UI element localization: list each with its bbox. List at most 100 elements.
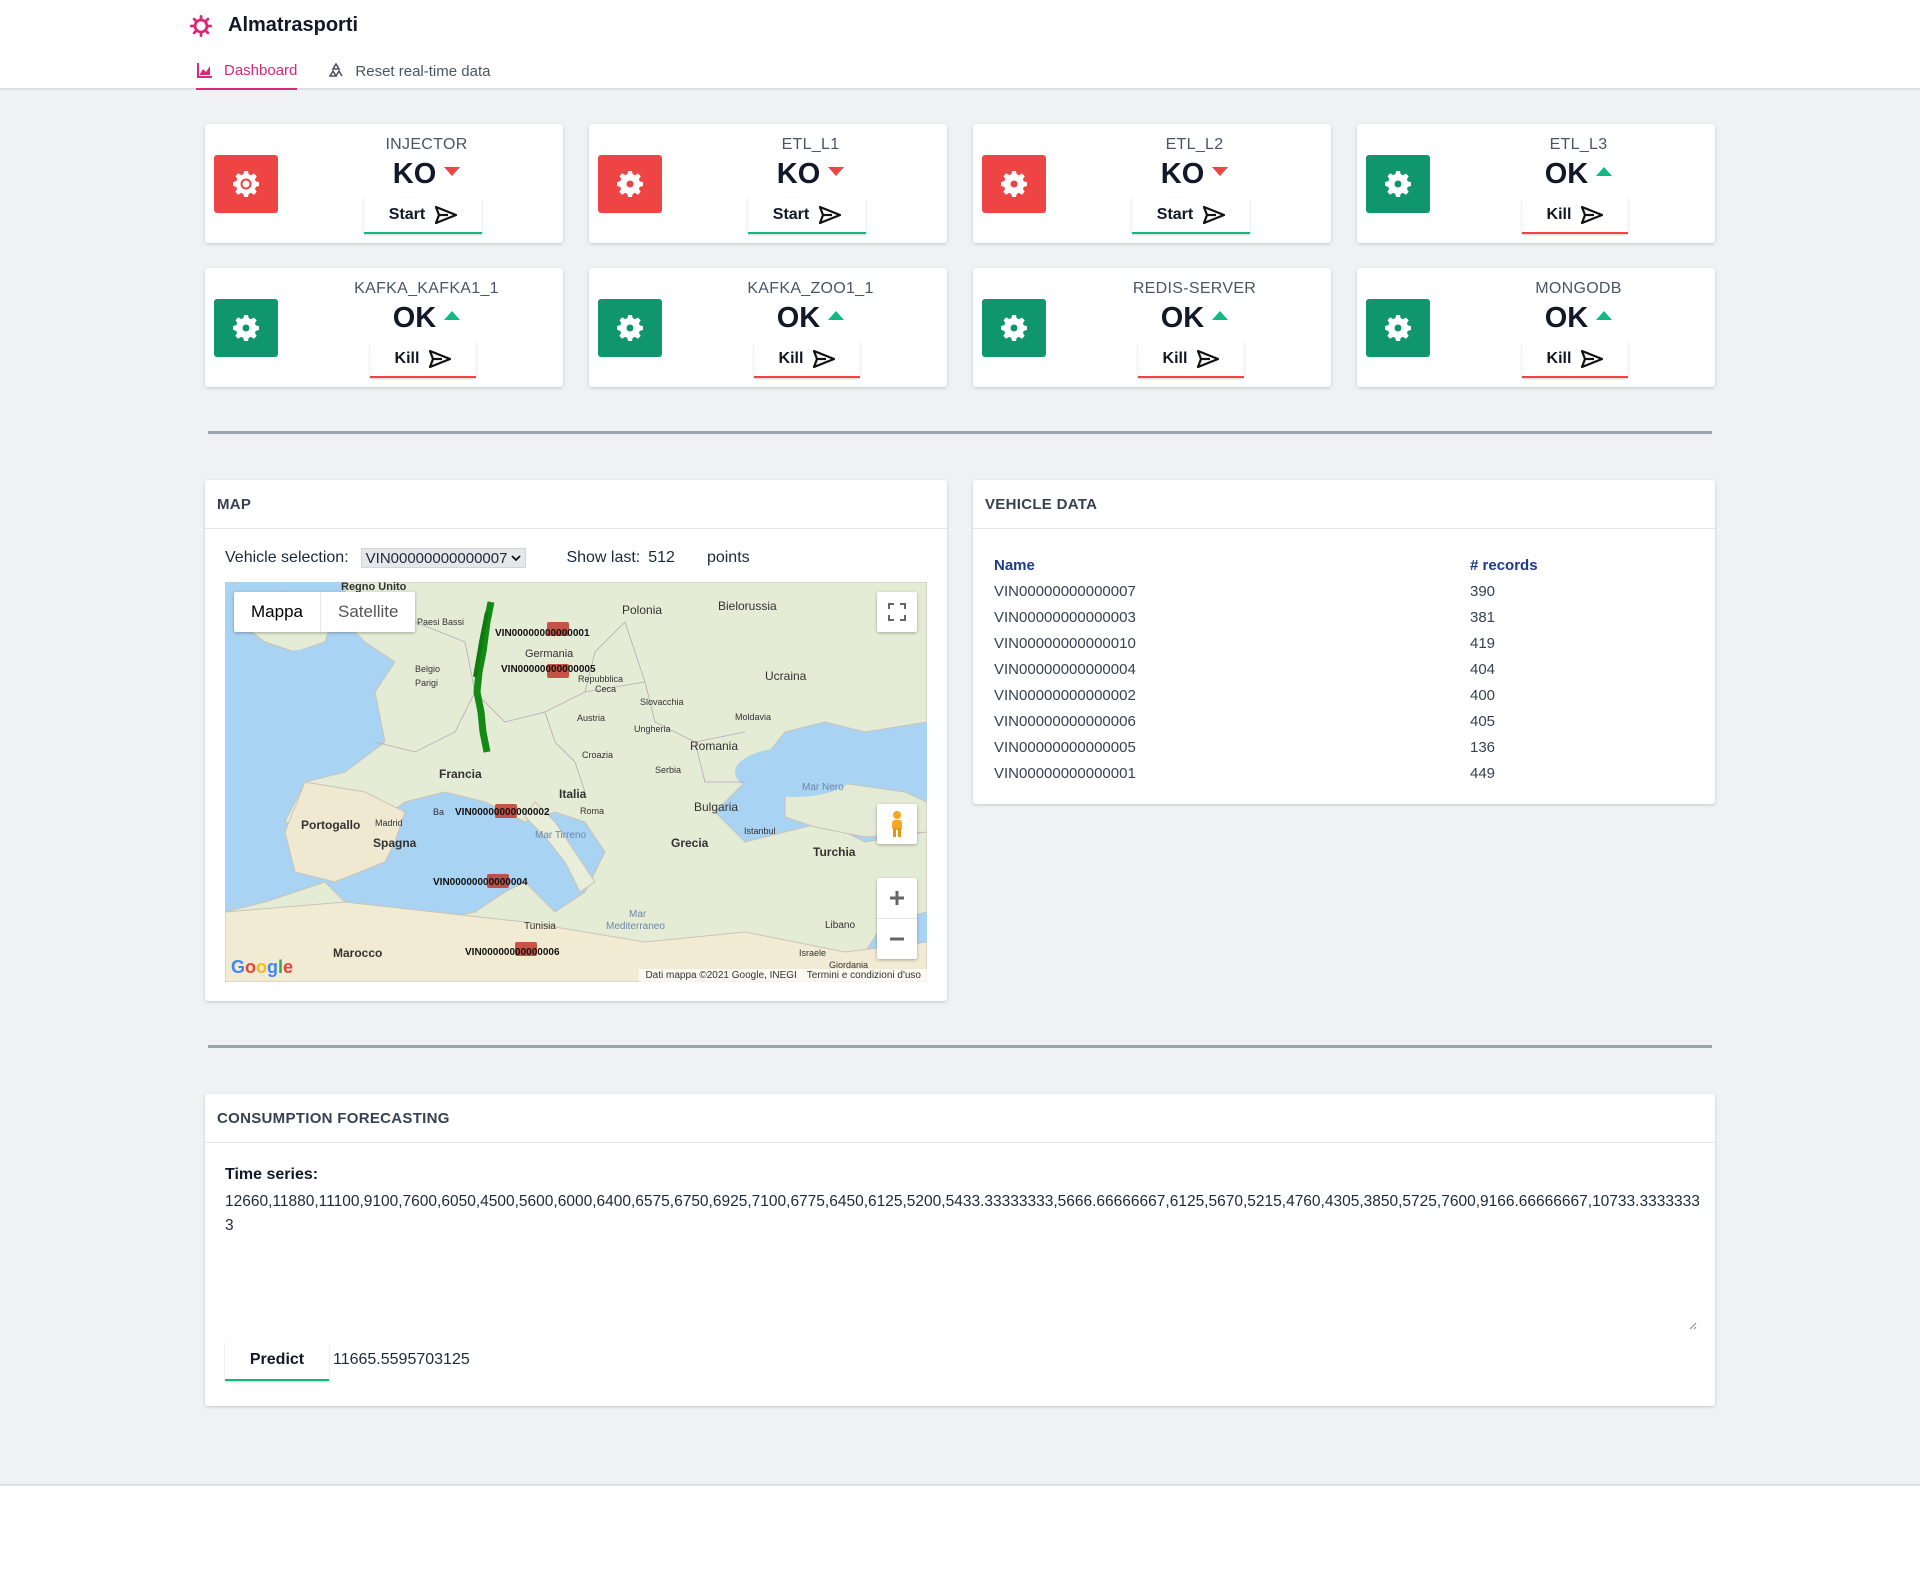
service-status-text: OK — [392, 302, 437, 334]
place-serbia: Serbia — [655, 765, 681, 775]
gear-icon — [617, 315, 643, 341]
zoom-in-button[interactable] — [877, 879, 917, 919]
service-status-tile — [982, 299, 1046, 357]
vehicle-name: VIN00000000000001 — [994, 764, 1136, 782]
service-status: OK — [674, 302, 947, 335]
map-type-map-button[interactable]: Mappa — [234, 592, 321, 632]
service-status-text: OK — [1544, 158, 1589, 190]
service-status: KO — [674, 158, 947, 191]
service-name: INJECTOR — [385, 136, 468, 153]
show-last-input[interactable]: 512 — [648, 549, 675, 567]
fullscreen-button[interactable] — [877, 592, 917, 632]
time-series-textarea[interactable]: 12660,11880,11100,9100,7600,6050,4500,56… — [225, 1190, 1700, 1330]
place-madrid: Madrid — [375, 818, 403, 828]
map-view[interactable]: Regno Unito Paesi Bassi Belgio Parigi Lo… — [225, 582, 927, 982]
table-row: VIN00000000000006 405 — [994, 708, 1694, 734]
gear-icon — [1385, 315, 1411, 341]
service-name: KAFKA_KAFKA1_1 — [354, 280, 499, 297]
place-marocco: Marocco — [333, 946, 382, 960]
vehicle-name: VIN00000000000005 — [994, 738, 1136, 756]
kill-button[interactable]: Kill — [1138, 342, 1244, 378]
status-up-icon — [444, 310, 461, 320]
chart-icon — [197, 63, 212, 78]
recycle-icon — [328, 62, 344, 77]
vehicle-data-title: VEHICLE DATA — [973, 480, 1715, 529]
service-status-text: KO — [1160, 158, 1205, 190]
vehicle-records: 381 — [1470, 608, 1496, 626]
gear-icon — [1385, 171, 1411, 197]
place-bielorussia: Bielorussia — [718, 599, 777, 613]
tab-dashboard[interactable]: Dashboard — [196, 52, 298, 90]
place-grecia: Grecia — [671, 836, 709, 850]
kill-button[interactable]: Kill — [1522, 342, 1628, 378]
map-terms-link[interactable]: Termini e condizioni d'uso — [807, 970, 921, 981]
kill-button[interactable]: Kill — [370, 342, 476, 378]
place-libano: Libano — [825, 920, 855, 931]
vehicle-select[interactable]: VIN00000000000007 — [360, 548, 527, 568]
zoom-out-button[interactable] — [877, 919, 917, 959]
resize-handle-icon[interactable] — [1687, 1320, 1697, 1330]
pegman-icon — [892, 811, 902, 837]
place-barcellona: Ba — [433, 807, 444, 817]
gear-icon — [1001, 171, 1027, 197]
vehicle-select-value: VIN00000000000007 — [365, 549, 508, 567]
service-name: REDIS-SERVER — [1132, 280, 1257, 297]
top-bar: Almatrasporti Dashboard Reset real-time … — [0, 0, 1920, 90]
vehicle-records: 405 — [1470, 712, 1496, 730]
service-card-kafka-zoo1: KAFKA_ZOO1_1 OK Kill — [589, 268, 947, 387]
map-attribution: Dati mappa ©2021 Google, INEGI Termini e… — [639, 969, 927, 982]
kill-button[interactable]: Kill — [1522, 198, 1628, 234]
place-tunisia: Tunisia — [524, 921, 556, 932]
gear-icon — [233, 315, 259, 341]
place-roma: Roma — [580, 806, 604, 816]
service-card-injector: INJECTOR KO Start — [205, 124, 563, 243]
status-up-icon — [1596, 310, 1613, 320]
gear-logo-icon — [190, 14, 212, 37]
table-row: VIN00000000000001 449 — [994, 760, 1694, 786]
map-controls: Vehicle selection: VIN00000000000007 Sho… — [225, 548, 750, 568]
service-status-text: KO — [392, 158, 437, 190]
start-button-label: Start — [1156, 206, 1194, 223]
time-series-label: Time series: — [225, 1166, 319, 1183]
table-row: VIN00000000000007 390 — [994, 578, 1694, 604]
start-button[interactable]: Start — [364, 198, 482, 234]
zoom-control — [877, 878, 917, 959]
predict-button[interactable]: Predict — [225, 1341, 329, 1381]
app-title: Almatrasporti — [228, 14, 359, 36]
section-divider — [208, 1045, 1712, 1048]
points-label: points — [706, 549, 750, 566]
status-down-icon — [1212, 166, 1229, 176]
section-divider — [208, 431, 1712, 434]
place-croazia: Croazia — [582, 750, 613, 760]
place-germania: Germania — [525, 648, 574, 660]
map-type-satellite-button[interactable]: Satellite — [321, 592, 415, 632]
place-repubblica: Repubblica — [578, 674, 623, 684]
place-austria: Austria — [577, 713, 605, 723]
marker-label-6: VIN00000000000006 — [465, 947, 560, 958]
vehicle-table: Name # records VIN00000000000007 390 VIN0… — [994, 552, 1694, 786]
map-panel-title: MAP — [205, 480, 947, 529]
tab-reset-realtime[interactable]: Reset real-time data — [327, 52, 490, 90]
kill-button[interactable]: Kill — [754, 342, 860, 378]
service-card-etl-l2: ETL_L2 KO Start — [973, 124, 1331, 243]
kill-button-label: Kill — [778, 350, 804, 367]
service-name: KAFKA_ZOO1_1 — [747, 280, 874, 297]
status-down-icon — [444, 166, 461, 176]
service-status: OK — [1442, 158, 1715, 191]
footer — [0, 1484, 1920, 1581]
kill-button-label: Kill — [1162, 350, 1188, 367]
send-icon — [435, 206, 458, 224]
service-status-tile — [1366, 299, 1430, 357]
place-mar: Mar — [629, 909, 647, 920]
send-icon — [1203, 206, 1226, 224]
vehicle-records: 136 — [1470, 738, 1496, 756]
map-panel: MAP Vehicle selection: VIN00000000000007… — [205, 480, 947, 1001]
status-up-icon — [1596, 166, 1613, 176]
place-francia: Francia — [439, 767, 482, 781]
service-name: ETL_L1 — [781, 136, 840, 153]
street-view-button[interactable] — [877, 804, 917, 844]
vehicle-selection-label: Vehicle selection: — [225, 549, 349, 566]
start-button[interactable]: Start — [1132, 198, 1250, 234]
gear-icon — [233, 171, 259, 197]
start-button[interactable]: Start — [748, 198, 866, 234]
